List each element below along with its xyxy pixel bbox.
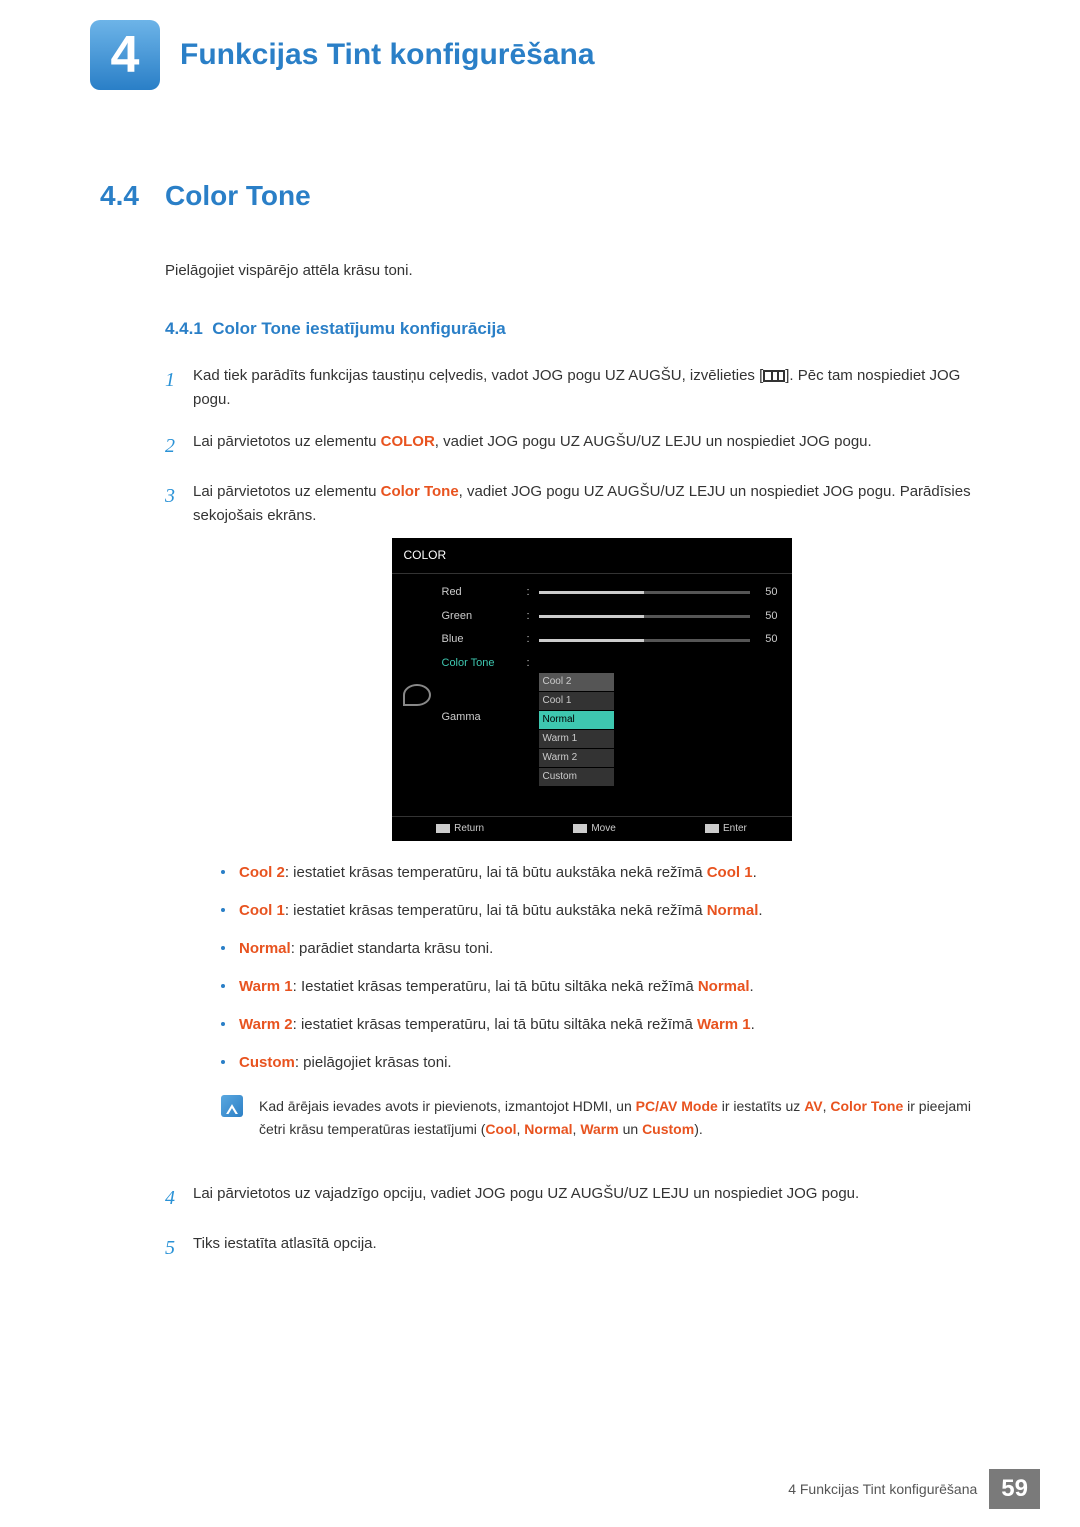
option-cool2: Cool 2: iestatiet krāsas temperatūru, la…: [221, 861, 990, 885]
subsection-number: 4.4.1: [165, 319, 203, 338]
keyword-color-tone: Color Tone: [830, 1098, 903, 1114]
chapter-title: Funkcijas Tint konfigurēšana: [180, 38, 595, 72]
option-normal: Normal: parādiet standarta krāsu toni.: [221, 937, 990, 961]
step-1: 1 Kad tiek parādīts funkcijas taustiņu c…: [165, 364, 990, 412]
page-content: 4.4 Color Tone Pielāgojiet vispārējo att…: [0, 90, 1080, 1264]
step-number: 3: [165, 480, 193, 1164]
osd-label: Green: [442, 608, 527, 626]
osd-slider: [539, 591, 750, 594]
subsection-heading: 4.4.1 Color Tone iestatījumu konfigurāci…: [165, 319, 990, 339]
option-name: Cool 1: [239, 902, 285, 919]
step-text: Lai pārvietotos uz elementu: [193, 483, 381, 500]
bullet-icon: [221, 1022, 225, 1026]
osd-footer-enter: Enter: [705, 821, 747, 837]
keyword-pcav: PC/AV Mode: [636, 1098, 718, 1114]
osd-option: Cool 1: [539, 692, 614, 710]
osd-label: Gamma: [442, 709, 527, 727]
chapter-number-badge: 4: [90, 20, 160, 90]
keyword-color-tone: Color Tone: [381, 483, 459, 500]
bullet-icon: [221, 870, 225, 874]
osd-title: COLOR: [392, 538, 792, 574]
keyword-color: COLOR: [381, 433, 435, 450]
option-text: : parādiet standarta krāsu toni.: [291, 940, 494, 957]
option-ref: Normal: [698, 978, 750, 995]
section-intro: Pielāgojiet vispārējo attēla krāsu toni.: [165, 262, 990, 279]
option-warm2: Warm 2: iestatiet krāsas temperatūru, la…: [221, 1013, 990, 1037]
osd-row-color-tone: Color Tone :: [442, 655, 778, 673]
option-custom: Custom: pielāgojiet krāsas toni.: [221, 1051, 990, 1075]
option-name: Custom: [239, 1054, 295, 1071]
step-2: 2 Lai pārvietotos uz elementu COLOR, vad…: [165, 430, 990, 462]
osd-footer: Return Move Enter: [392, 816, 792, 837]
step-number: 5: [165, 1232, 193, 1264]
osd-slider: [539, 615, 750, 618]
step-4: 4 Lai pārvietotos uz vajadzīgo opciju, v…: [165, 1182, 990, 1214]
step-number: 4: [165, 1182, 193, 1214]
option-ref: Warm 1: [697, 1016, 751, 1033]
option-name: Warm 1: [239, 978, 293, 995]
step-text: Kad tiek parādīts funkcijas taustiņu ceļ…: [193, 367, 763, 384]
option-text: : Iestatiet krāsas temperatūru, lai tā b…: [293, 978, 698, 995]
page-number: 59: [989, 1469, 1040, 1509]
option-ref: Normal: [707, 902, 759, 919]
info-note: Kad ārējais ievades avots ir pievienots,…: [221, 1095, 990, 1140]
step-5: 5 Tiks iestatīta atlasītā opcija.: [165, 1232, 990, 1264]
section-number: 4.4: [100, 180, 165, 212]
step-text: Tiks iestatīta atlasītā opcija.: [193, 1232, 990, 1264]
section-title: Color Tone: [165, 180, 311, 212]
option-name: Warm 2: [239, 1016, 293, 1033]
section-heading: 4.4 Color Tone: [100, 180, 990, 212]
osd-label-selected: Color Tone: [442, 655, 527, 673]
footer-chapter-ref: 4 Funkcijas Tint konfigurēšana: [788, 1481, 977, 1497]
bullet-icon: [221, 1060, 225, 1064]
page-footer: 4 Funkcijas Tint konfigurēšana 59: [788, 1469, 1040, 1509]
osd-label: Red: [442, 584, 527, 602]
option-text: : pielāgojiet krāsas toni.: [295, 1054, 452, 1071]
osd-value: 50: [750, 608, 778, 626]
option-text: : iestatiet krāsas temperatūru, lai tā b…: [285, 902, 707, 919]
option-name: Normal: [239, 940, 291, 957]
subsection-title: Color Tone iestatījumu konfigurācija: [212, 319, 505, 338]
step-number: 1: [165, 364, 193, 412]
palette-icon: [403, 684, 431, 706]
osd-menu: COLOR Red : 50 Green :: [392, 538, 792, 841]
option-cool1: Cool 1: iestatiet krāsas temperatūru, la…: [221, 899, 990, 923]
osd-footer-return: Return: [436, 821, 484, 837]
option-text: : iestatiet krāsas temperatūru, lai tā b…: [285, 864, 707, 881]
osd-slider: [539, 639, 750, 642]
osd-value: 50: [750, 631, 778, 649]
option-ref: Cool 1: [707, 864, 753, 881]
osd-row-red: Red : 50: [442, 584, 778, 602]
keyword-av: AV: [804, 1098, 822, 1114]
bullet-icon: [221, 946, 225, 950]
step-3: 3 Lai pārvietotos uz elementu Color Tone…: [165, 480, 990, 1164]
note-icon: [221, 1095, 243, 1117]
option-warm1: Warm 1: Iestatiet krāsas temperatūru, la…: [221, 975, 990, 999]
osd-label: Blue: [442, 631, 527, 649]
osd-footer-move: Move: [573, 821, 615, 837]
step-text: , vadiet JOG pogu UZ AUGŠU/UZ LEJU un no…: [435, 433, 872, 450]
option-text: : iestatiet krāsas temperatūru, lai tā b…: [293, 1016, 697, 1033]
step-text: Lai pārvietotos uz vajadzīgo opciju, vad…: [193, 1182, 990, 1214]
osd-row-green: Green : 50: [442, 608, 778, 626]
osd-row-gamma: Gamma: [442, 709, 778, 727]
step-number: 2: [165, 430, 193, 462]
osd-value: 50: [750, 584, 778, 602]
menu-icon: [763, 370, 785, 382]
step-text: Lai pārvietotos uz elementu: [193, 433, 381, 450]
bullet-icon: [221, 984, 225, 988]
page-header: 4 Funkcijas Tint konfigurēšana: [0, 0, 1080, 90]
bullet-icon: [221, 908, 225, 912]
osd-option: Cool 2: [539, 673, 614, 691]
option-name: Cool 2: [239, 864, 285, 881]
osd-row-blue: Blue : 50: [442, 631, 778, 649]
